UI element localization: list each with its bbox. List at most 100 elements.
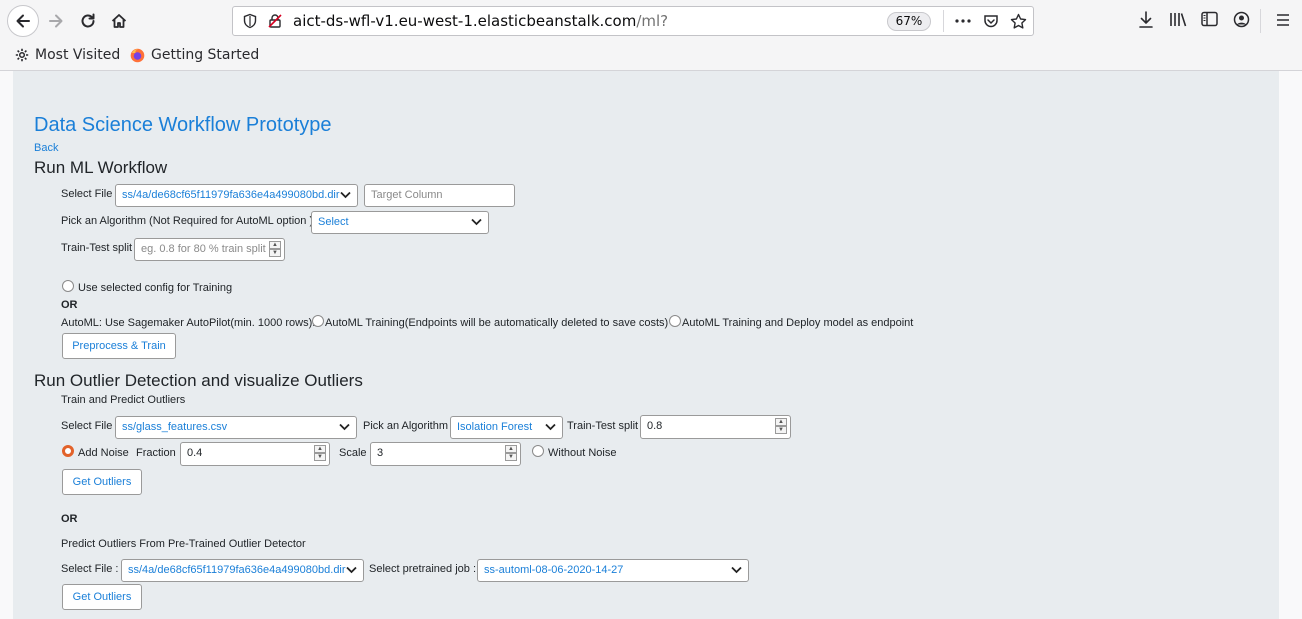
page-content: Data Science Workflow Prototype Back Run… xyxy=(13,71,1279,619)
back-button[interactable] xyxy=(7,5,39,37)
without-noise-radio[interactable] xyxy=(532,445,544,457)
get-outliers-pretrained-button[interactable]: Get Outliers xyxy=(62,584,142,610)
stepper-up-icon[interactable]: ▲ xyxy=(505,445,517,453)
scale-input[interactable]: 3 ▲ ▼ xyxy=(370,442,521,466)
outlier-split-input[interactable]: 0.8 ▲ ▼ xyxy=(640,415,791,439)
pretrained-job-dropdown[interactable]: ss-automl-08-06-2020-14-27 xyxy=(477,559,749,582)
number-stepper[interactable]: ▲ ▼ xyxy=(775,418,787,435)
bookmark-star-icon[interactable] xyxy=(1010,13,1027,30)
shield-icon[interactable] xyxy=(242,13,258,29)
bookmark-label: Most Visited xyxy=(35,47,121,63)
reload-button[interactable] xyxy=(72,5,104,37)
browser-toolbar: aict-ds-wfl-v1.eu-west-1.elasticbeanstal… xyxy=(0,0,1302,42)
outlier-select-file-value: ss/glass_features.csv xyxy=(122,421,228,433)
page-title: Data Science Workflow Prototype xyxy=(34,114,332,136)
scrollbar[interactable] xyxy=(1285,71,1302,619)
chevron-down-icon xyxy=(731,566,742,574)
chevron-down-icon xyxy=(339,423,350,431)
stepper-down-icon[interactable]: ▼ xyxy=(269,249,281,257)
outlier-split-label: Train-Test split xyxy=(567,420,639,432)
automl-deploy-label: AutoML Training and Deploy model as endp… xyxy=(682,317,914,329)
fraction-input[interactable]: 0.4 ▲ ▼ xyxy=(180,442,330,466)
downloads-icon[interactable] xyxy=(1138,11,1154,29)
stepper-up-icon[interactable]: ▲ xyxy=(314,445,326,453)
back-arrow-icon xyxy=(16,14,30,28)
url-text[interactable]: aict-ds-wfl-v1.eu-west-1.elasticbeanstal… xyxy=(293,12,668,30)
preprocess-train-button[interactable]: Preprocess & Train xyxy=(62,333,176,359)
sidebar-icon[interactable] xyxy=(1201,11,1218,27)
outlier-algorithm-value: Isolation Forest xyxy=(457,421,533,433)
outlier-algorithm-dropdown[interactable]: Isolation Forest xyxy=(450,416,563,439)
without-noise-label: Without Noise xyxy=(548,447,617,459)
firefox-logo-icon xyxy=(130,48,145,62)
stepper-down-icon[interactable]: ▼ xyxy=(775,426,787,434)
number-stepper[interactable]: ▲ ▼ xyxy=(269,241,281,258)
fraction-value: 0.4 xyxy=(187,447,203,459)
forward-button[interactable] xyxy=(40,5,72,37)
url-separator xyxy=(943,10,944,32)
bookmark-most-visited[interactable]: Most Visited xyxy=(15,47,120,63)
train-test-split-label: Train-Test split xyxy=(61,242,133,254)
fraction-label: Fraction xyxy=(136,447,176,459)
zoom-level[interactable]: 67% xyxy=(887,12,931,31)
pretrained-job-value: ss-automl-08-06-2020-14-27 xyxy=(484,564,624,576)
pretrained-select-file-dropdown[interactable]: ss/4a/de68cf65f11979fa636e4a499080bd.dir xyxy=(121,559,364,582)
add-noise-label: Add Noise xyxy=(78,447,129,459)
number-stepper[interactable]: ▲ ▼ xyxy=(505,445,517,462)
or-divider: OR xyxy=(61,299,78,311)
forward-arrow-icon xyxy=(49,14,63,28)
add-noise-radio[interactable] xyxy=(62,445,74,457)
number-stepper[interactable]: ▲ ▼ xyxy=(314,445,326,462)
library-icon[interactable] xyxy=(1169,11,1187,28)
account-icon[interactable] xyxy=(1233,11,1250,28)
select-file-label: Select File xyxy=(61,420,113,432)
select-file-value: ss/4a/de68cf65f11979fa636e4a499080bd.dir xyxy=(122,189,340,201)
pocket-icon[interactable] xyxy=(983,13,999,29)
train-test-split-input[interactable]: eg. 0.8 for 80 % train split ▲ ▼ xyxy=(134,238,285,261)
algorithm-label: Pick an Algorithm (Not Required for Auto… xyxy=(61,215,314,227)
stepper-down-icon[interactable]: ▼ xyxy=(314,453,326,461)
page-actions-icon[interactable] xyxy=(955,18,971,24)
section-heading-ml-workflow: Run ML Workflow xyxy=(34,158,168,177)
pretrained-job-label: Select pretrained job : xyxy=(369,563,477,575)
train-test-split-placeholder: eg. 0.8 for 80 % train split xyxy=(141,243,266,255)
outlier-select-file-dropdown[interactable]: ss/glass_features.csv xyxy=(115,416,357,439)
target-column-input[interactable]: Target Column xyxy=(364,184,515,207)
use-config-label: Use selected config for Training xyxy=(78,282,233,294)
use-config-radio[interactable] xyxy=(62,280,74,292)
chevron-down-icon xyxy=(340,191,351,199)
page-viewport: Data Science Workflow Prototype Back Run… xyxy=(0,71,1302,619)
train-predict-outliers-label: Train and Predict Outliers xyxy=(61,394,186,406)
toolbar-separator xyxy=(1260,9,1261,33)
automl-training-label: AutoML Training(Endpoints will be automa… xyxy=(325,317,669,329)
section-heading-outlier-detection: Run Outlier Detection and visualize Outl… xyxy=(34,371,363,390)
bookmark-label: Getting Started xyxy=(151,47,260,63)
select-file-dropdown[interactable]: ss/4a/de68cf65f11979fa636e4a499080bd.dir xyxy=(115,184,358,207)
stepper-up-icon[interactable]: ▲ xyxy=(775,418,787,426)
insecure-lock-icon[interactable] xyxy=(267,13,283,29)
automl-training-radio[interactable] xyxy=(312,315,324,327)
home-button[interactable] xyxy=(103,5,135,37)
chevron-down-icon xyxy=(346,566,357,574)
chevron-down-icon xyxy=(545,423,556,431)
automl-deploy-radio[interactable] xyxy=(669,315,681,327)
outlier-split-value: 0.8 xyxy=(647,420,663,432)
scale-value: 3 xyxy=(377,447,384,459)
bookmark-getting-started[interactable]: Getting Started xyxy=(130,47,259,63)
url-path: /ml? xyxy=(636,12,669,30)
scale-label: Scale xyxy=(339,447,367,459)
url-bar[interactable]: aict-ds-wfl-v1.eu-west-1.elasticbeanstal… xyxy=(232,6,1034,36)
hamburger-menu-icon[interactable] xyxy=(1276,13,1290,27)
stepper-down-icon[interactable]: ▼ xyxy=(505,453,517,461)
stepper-up-icon[interactable]: ▲ xyxy=(269,241,281,249)
gear-icon xyxy=(15,48,29,62)
algorithm-value: Select xyxy=(318,216,349,228)
home-icon xyxy=(111,14,127,28)
back-link[interactable]: Back xyxy=(34,142,58,154)
or-divider: OR xyxy=(61,513,78,525)
pretrained-heading: Predict Outliers From Pre-Trained Outlie… xyxy=(61,538,306,550)
algorithm-dropdown[interactable]: Select xyxy=(311,211,489,234)
outlier-algorithm-label: Pick an Algorithm xyxy=(363,420,448,432)
reload-icon xyxy=(81,13,95,28)
get-outliers-button[interactable]: Get Outliers xyxy=(62,469,142,495)
